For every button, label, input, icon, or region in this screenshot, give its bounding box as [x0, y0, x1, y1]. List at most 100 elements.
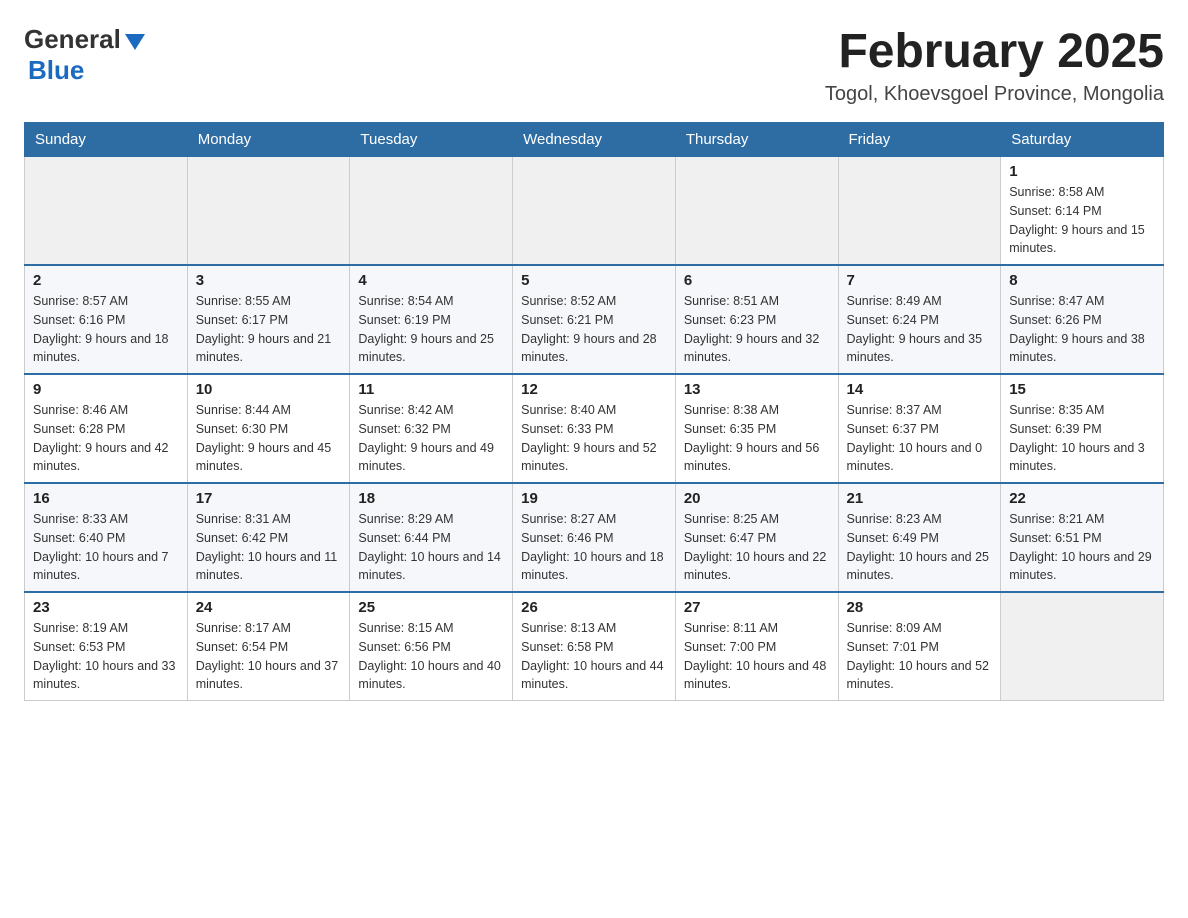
calendar-cell: 23 Sunrise: 8:19 AMSunset: 6:53 PMDayligh… [25, 592, 188, 701]
day-info: Sunrise: 8:09 AMSunset: 7:01 PMDaylight:… [847, 619, 993, 694]
day-info: Sunrise: 8:13 AMSunset: 6:58 PMDaylight:… [521, 619, 667, 694]
day-number: 22 [1009, 490, 1155, 507]
day-info: Sunrise: 8:58 AMSunset: 6:14 PMDaylight:… [1009, 183, 1155, 258]
day-info: Sunrise: 8:23 AMSunset: 6:49 PMDaylight:… [847, 510, 993, 585]
day-number: 16 [33, 490, 179, 507]
day-info: Sunrise: 8:33 AMSunset: 6:40 PMDaylight:… [33, 510, 179, 585]
day-number: 5 [521, 272, 667, 289]
day-info: Sunrise: 8:38 AMSunset: 6:35 PMDaylight:… [684, 401, 830, 476]
day-number: 1 [1009, 163, 1155, 180]
day-number: 19 [521, 490, 667, 507]
calendar-cell: 10 Sunrise: 8:44 AMSunset: 6:30 PMDayligh… [187, 374, 350, 483]
day-info: Sunrise: 8:49 AMSunset: 6:24 PMDaylight:… [847, 292, 993, 367]
weekday-header-thursday: Thursday [675, 123, 838, 157]
day-number: 4 [358, 272, 504, 289]
day-number: 8 [1009, 272, 1155, 289]
calendar-cell: 15 Sunrise: 8:35 AMSunset: 6:39 PMDayligh… [1001, 374, 1164, 483]
title-section: February 2025 Togol, Khoevsgoel Province… [825, 24, 1164, 106]
page-header: General Blue February 2025 Togol, Khoevs… [24, 24, 1164, 106]
day-info: Sunrise: 8:46 AMSunset: 6:28 PMDaylight:… [33, 401, 179, 476]
calendar-week-row: 2 Sunrise: 8:57 AMSunset: 6:16 PMDaylight… [25, 265, 1164, 374]
day-info: Sunrise: 8:55 AMSunset: 6:17 PMDaylight:… [196, 292, 342, 367]
calendar-cell: 19Sunrise: 8:27 AMSunset: 6:46 PMDayligh… [513, 483, 676, 592]
calendar-table: SundayMondayTuesdayWednesdayThursdayFrid… [24, 122, 1164, 701]
calendar-week-row: 16 Sunrise: 8:33 AMSunset: 6:40 PMDayligh… [25, 483, 1164, 592]
calendar-cell [838, 157, 1001, 266]
calendar-cell [675, 157, 838, 266]
day-number: 23 [33, 599, 179, 616]
weekday-header-tuesday: Tuesday [350, 123, 513, 157]
calendar-cell: 4 Sunrise: 8:54 AMSunset: 6:19 PMDaylight… [350, 265, 513, 374]
calendar-cell: 7 Sunrise: 8:49 AMSunset: 6:24 PMDaylight… [838, 265, 1001, 374]
calendar-cell: 13 Sunrise: 8:38 AMSunset: 6:35 PMDayligh… [675, 374, 838, 483]
day-number: 21 [847, 490, 993, 507]
calendar-cell: 28 Sunrise: 8:09 AMSunset: 7:01 PMDayligh… [838, 592, 1001, 701]
calendar-cell: 1 Sunrise: 8:58 AMSunset: 6:14 PMDaylight… [1001, 157, 1164, 266]
calendar-cell: 18 Sunrise: 8:29 AMSunset: 6:44 PMDayligh… [350, 483, 513, 592]
calendar-cell: 20Sunrise: 8:25 AMSunset: 6:47 PMDayligh… [675, 483, 838, 592]
day-info: Sunrise: 8:47 AMSunset: 6:26 PMDaylight:… [1009, 292, 1155, 367]
calendar-cell: 12 Sunrise: 8:40 AMSunset: 6:33 PMDayligh… [513, 374, 676, 483]
calendar-cell [513, 157, 676, 266]
weekday-header-friday: Friday [838, 123, 1001, 157]
calendar-cell: 24 Sunrise: 8:17 AMSunset: 6:54 PMDayligh… [187, 592, 350, 701]
day-number: 28 [847, 599, 993, 616]
calendar-cell: 11 Sunrise: 8:42 AMSunset: 6:32 PMDayligh… [350, 374, 513, 483]
calendar-cell: 9 Sunrise: 8:46 AMSunset: 6:28 PMDaylight… [25, 374, 188, 483]
day-info: Sunrise: 8:44 AMSunset: 6:30 PMDaylight:… [196, 401, 342, 476]
weekday-header-sunday: Sunday [25, 123, 188, 157]
day-info: Sunrise: 8:15 AMSunset: 6:56 PMDaylight:… [358, 619, 504, 694]
day-info: Sunrise: 8:31 AMSunset: 6:42 PMDaylight:… [196, 510, 342, 585]
logo-blue: Blue [28, 55, 84, 86]
day-number: 11 [358, 381, 504, 398]
day-number: 9 [33, 381, 179, 398]
day-info: Sunrise: 8:21 AMSunset: 6:51 PMDaylight:… [1009, 510, 1155, 585]
day-info: Sunrise: 8:25 AMSunset: 6:47 PMDaylight:… [684, 510, 830, 585]
day-info: Sunrise: 8:29 AMSunset: 6:44 PMDaylight:… [358, 510, 504, 585]
day-info: Sunrise: 8:35 AMSunset: 6:39 PMDaylight:… [1009, 401, 1155, 476]
calendar-cell: 22 Sunrise: 8:21 AMSunset: 6:51 PMDayligh… [1001, 483, 1164, 592]
day-number: 13 [684, 381, 830, 398]
day-info: Sunrise: 8:11 AMSunset: 7:00 PMDaylight:… [684, 619, 830, 694]
day-number: 2 [33, 272, 179, 289]
day-number: 7 [847, 272, 993, 289]
logo-triangle-icon [125, 34, 145, 50]
calendar-cell: 8 Sunrise: 8:47 AMSunset: 6:26 PMDaylight… [1001, 265, 1164, 374]
weekday-header-row: SundayMondayTuesdayWednesdayThursdayFrid… [25, 123, 1164, 157]
calendar-week-row: 23 Sunrise: 8:19 AMSunset: 6:53 PMDayligh… [25, 592, 1164, 701]
location-title: Togol, Khoevsgoel Province, Mongolia [825, 83, 1164, 106]
calendar-cell: 17Sunrise: 8:31 AMSunset: 6:42 PMDayligh… [187, 483, 350, 592]
calendar-cell: 3 Sunrise: 8:55 AMSunset: 6:17 PMDaylight… [187, 265, 350, 374]
calendar-cell [350, 157, 513, 266]
day-number: 3 [196, 272, 342, 289]
calendar-cell: 21 Sunrise: 8:23 AMSunset: 6:49 PMDayligh… [838, 483, 1001, 592]
day-number: 10 [196, 381, 342, 398]
day-info: Sunrise: 8:54 AMSunset: 6:19 PMDaylight:… [358, 292, 504, 367]
calendar-cell: 5Sunrise: 8:52 AMSunset: 6:21 PMDaylight… [513, 265, 676, 374]
day-number: 15 [1009, 381, 1155, 398]
calendar-week-row: 9 Sunrise: 8:46 AMSunset: 6:28 PMDaylight… [25, 374, 1164, 483]
day-number: 25 [358, 599, 504, 616]
calendar-cell: 16 Sunrise: 8:33 AMSunset: 6:40 PMDayligh… [25, 483, 188, 592]
weekday-header-wednesday: Wednesday [513, 123, 676, 157]
day-info: Sunrise: 8:19 AMSunset: 6:53 PMDaylight:… [33, 619, 179, 694]
day-info: Sunrise: 8:17 AMSunset: 6:54 PMDaylight:… [196, 619, 342, 694]
day-info: Sunrise: 8:51 AMSunset: 6:23 PMDaylight:… [684, 292, 830, 367]
day-number: 6 [684, 272, 830, 289]
day-number: 24 [196, 599, 342, 616]
calendar-cell [25, 157, 188, 266]
calendar-cell: 14 Sunrise: 8:37 AMSunset: 6:37 PMDayligh… [838, 374, 1001, 483]
day-number: 18 [358, 490, 504, 507]
day-number: 12 [521, 381, 667, 398]
day-number: 14 [847, 381, 993, 398]
day-info: Sunrise: 8:57 AMSunset: 6:16 PMDaylight:… [33, 292, 179, 367]
day-info: Sunrise: 8:37 AMSunset: 6:37 PMDaylight:… [847, 401, 993, 476]
day-info: Sunrise: 8:42 AMSunset: 6:32 PMDaylight:… [358, 401, 504, 476]
calendar-cell: 6 Sunrise: 8:51 AMSunset: 6:23 PMDaylight… [675, 265, 838, 374]
calendar-cell: 26Sunrise: 8:13 AMSunset: 6:58 PMDayligh… [513, 592, 676, 701]
calendar-cell: 27Sunrise: 8:11 AMSunset: 7:00 PMDayligh… [675, 592, 838, 701]
calendar-cell: 2 Sunrise: 8:57 AMSunset: 6:16 PMDaylight… [25, 265, 188, 374]
logo: General Blue [24, 24, 145, 86]
weekday-header-saturday: Saturday [1001, 123, 1164, 157]
day-info: Sunrise: 8:40 AMSunset: 6:33 PMDaylight:… [521, 401, 667, 476]
